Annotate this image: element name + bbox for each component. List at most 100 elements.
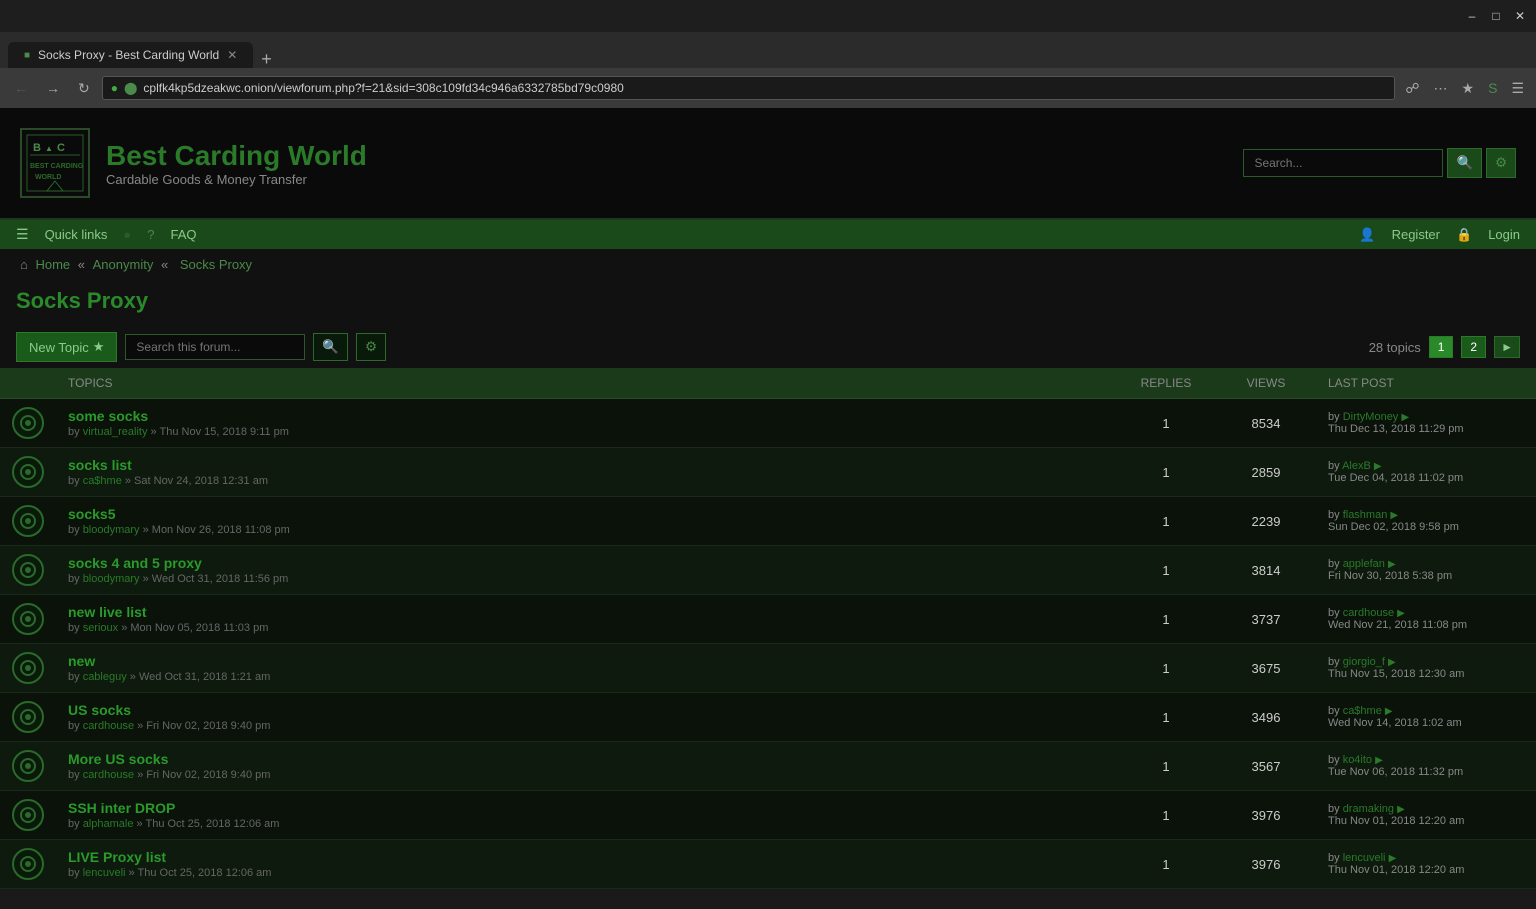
forward-button[interactable]: → [40, 78, 66, 98]
topic-author-link[interactable]: lencuveli [83, 867, 126, 879]
secure-icon: ⬤ [124, 81, 137, 95]
reader-view-button[interactable]: ☍ [1401, 78, 1423, 99]
search-settings-button[interactable]: ⚙ [1486, 148, 1516, 178]
forum-search-input[interactable] [125, 334, 305, 360]
topic-author-link[interactable]: cardhouse [83, 769, 134, 781]
topic-last-post: by ca$hme ▶Wed Nov 14, 2018 1:02 am [1316, 693, 1536, 742]
topic-title-link[interactable]: socks5 [68, 506, 115, 522]
topic-author-link[interactable]: cardhouse [83, 720, 134, 732]
topic-icon-cell [0, 840, 56, 889]
topic-dot [25, 763, 31, 769]
address-bar[interactable]: ● ⬤ cplfk4kp5dzeakwc.onion/viewforum.php… [102, 76, 1396, 100]
topic-title-link[interactable]: US socks [68, 702, 131, 718]
new-tab-button[interactable]: + [261, 50, 272, 68]
last-post-author-link[interactable]: applefan [1343, 558, 1385, 570]
post-link-icon: ▶ [1390, 510, 1398, 521]
post-link-icon: ▶ [1397, 804, 1405, 815]
last-post-author-link[interactable]: lencuveli [1343, 852, 1386, 864]
new-topic-label: New Topic [29, 340, 89, 355]
back-button[interactable]: ← [8, 78, 34, 98]
topic-status-icon [12, 750, 44, 782]
topic-author-link[interactable]: serioux [83, 622, 118, 634]
topic-title-link[interactable]: new live list [68, 604, 147, 620]
topic-last-post: by AlexB ▶Tue Dec 04, 2018 11:02 pm [1316, 448, 1536, 497]
last-post-author-link[interactable]: giorgio_f [1343, 656, 1385, 668]
sync-button[interactable]: S [1484, 78, 1501, 98]
topic-author-link[interactable]: alphamale [83, 818, 134, 830]
topic-author-link[interactable]: cableguy [83, 671, 127, 683]
last-post-author-link[interactable]: dramaking [1343, 803, 1394, 815]
tab-title: Socks Proxy - Best Carding World [38, 48, 219, 62]
forum-search-button[interactable]: 🔍 [313, 333, 348, 361]
topic-icon-inner [20, 562, 36, 578]
topic-icon-cell [0, 595, 56, 644]
close-button[interactable]: ✕ [1512, 8, 1528, 24]
topic-author-link[interactable]: bloodymary [83, 573, 140, 585]
page-1-button[interactable]: 1 [1429, 336, 1454, 358]
maximize-button[interactable]: □ [1488, 8, 1504, 24]
bookmark-button[interactable]: ★ [1458, 78, 1479, 99]
topic-last-post: by DirtyMoney ▶Thu Dec 13, 2018 11:29 pm [1316, 399, 1536, 448]
browser-tab[interactable]: ■ Socks Proxy - Best Carding World ✕ [8, 42, 253, 68]
last-post-author-link[interactable]: cardhouse [1343, 607, 1394, 619]
topic-title-link[interactable]: new [68, 653, 95, 669]
topic-author-link[interactable]: virtual_reality [83, 426, 148, 438]
page-2-button[interactable]: 2 [1461, 336, 1486, 358]
topic-title-link[interactable]: some socks [68, 408, 148, 424]
last-post-author-link[interactable]: DirtyMoney [1343, 411, 1399, 423]
topic-icon-cell [0, 693, 56, 742]
quick-links-link[interactable]: Quick links [45, 227, 108, 242]
breadcrumb-home[interactable]: Home [35, 257, 70, 272]
topics-table: TOPICS REPLIES VIEWS LAST POST some sock… [0, 368, 1536, 889]
topic-views: 3737 [1216, 595, 1316, 644]
topic-last-post: by ko4ito ▶Tue Nov 06, 2018 11:32 pm [1316, 742, 1536, 791]
post-link-icon: ▶ [1401, 412, 1409, 423]
menu-button[interactable]: ⋯ [1430, 78, 1452, 99]
topic-title-cell: new live list by serioux » Mon Nov 05, 2… [56, 595, 1116, 644]
last-post-author-link[interactable]: ca$hme [1343, 705, 1382, 717]
topic-meta: by bloodymary » Mon Nov 26, 2018 11:08 p… [68, 524, 1104, 536]
col-views: VIEWS [1216, 368, 1316, 399]
faq-link[interactable]: FAQ [171, 227, 197, 242]
topic-icon-inner [20, 856, 36, 872]
toolbar-left: New Topic ★ 🔍 ⚙ [16, 332, 386, 362]
register-link[interactable]: Register [1392, 227, 1440, 243]
topic-title-link[interactable]: socks 4 and 5 proxy [68, 555, 202, 571]
breadcrumb-anonymity[interactable]: Anonymity [93, 257, 154, 272]
topic-meta: by virtual_reality » Thu Nov 15, 2018 9:… [68, 426, 1104, 438]
topic-title-link[interactable]: SSH inter DROP [68, 800, 175, 816]
last-post-author-link[interactable]: flashman [1343, 509, 1388, 521]
reload-button[interactable]: ↻ [72, 78, 96, 99]
nav-right: 👤 Register 🔒 Login [1359, 227, 1520, 243]
extensions-button[interactable]: ☰ [1507, 78, 1528, 99]
toolbar-right: 28 topics 1 2 ► [1369, 336, 1520, 358]
last-post-author-link[interactable]: ko4ito [1343, 754, 1372, 766]
topic-replies: 1 [1116, 448, 1216, 497]
logo-area: B ▲ C BEST CARDING WORLD Best Carding Wo… [20, 128, 367, 198]
faq-icon: ? [147, 227, 154, 242]
post-link-icon: ▶ [1389, 853, 1397, 864]
forum-search-settings-button[interactable]: ⚙ [356, 333, 386, 361]
search-button[interactable]: 🔍 [1447, 148, 1482, 178]
login-link[interactable]: Login [1488, 227, 1520, 243]
topic-author-link[interactable]: ca$hme [83, 475, 122, 487]
tab-close-button[interactable]: ✕ [227, 48, 237, 62]
minimize-button[interactable]: – [1464, 8, 1480, 24]
last-post-author-link[interactable]: AlexB [1342, 460, 1371, 472]
search-input[interactable] [1243, 149, 1443, 177]
topic-icon-inner [20, 709, 36, 725]
tab-favicon: ■ [24, 50, 30, 61]
post-link-icon: ▶ [1388, 559, 1396, 570]
new-topic-button[interactable]: New Topic ★ [16, 332, 117, 362]
topic-status-icon [12, 554, 44, 586]
topic-last-post: by flashman ▶Sun Dec 02, 2018 9:58 pm [1316, 497, 1536, 546]
topic-author-link[interactable]: bloodymary [83, 524, 140, 536]
svg-text:C: C [57, 142, 65, 154]
next-page-button[interactable]: ► [1494, 336, 1520, 358]
topic-icon-cell [0, 644, 56, 693]
topic-title-link[interactable]: More US socks [68, 751, 168, 767]
topic-icon-inner [20, 807, 36, 823]
topic-views: 3567 [1216, 742, 1316, 791]
topic-title-link[interactable]: LIVE Proxy list [68, 849, 166, 865]
topic-title-link[interactable]: socks list [68, 457, 132, 473]
